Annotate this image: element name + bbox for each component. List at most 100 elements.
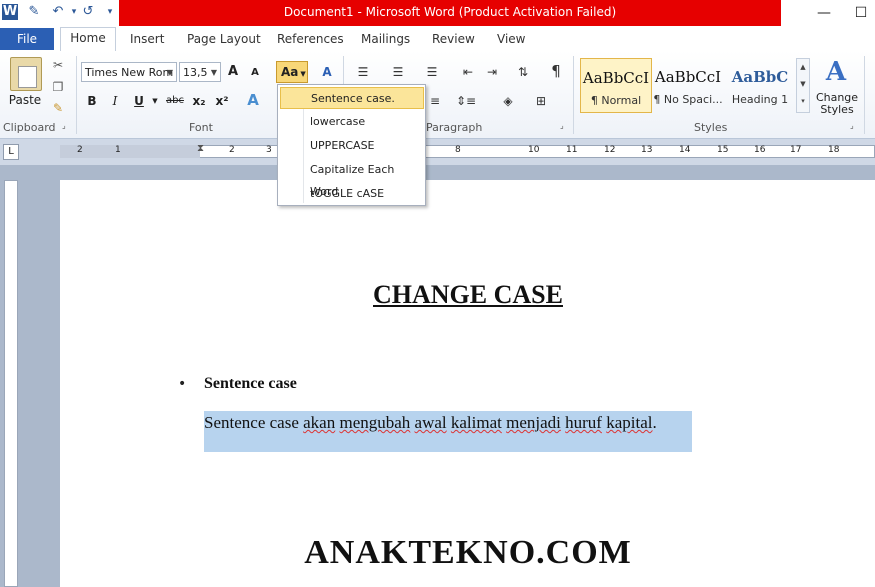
ruler-tick-label: 12 bbox=[604, 145, 616, 155]
style-preview: AaBbCcI bbox=[582, 69, 650, 87]
shading-icon[interactable]: ◈ bbox=[497, 92, 519, 110]
chevron-down-icon[interactable]: ▼ bbox=[150, 92, 160, 110]
misspelled-word: awal bbox=[414, 413, 447, 432]
ruler-tick-label: 14 bbox=[679, 145, 691, 155]
ruler-tick-label: 11 bbox=[566, 145, 578, 155]
ruler-tick-label: 16 bbox=[754, 145, 766, 155]
copy-icon[interactable]: ❐ bbox=[49, 78, 67, 96]
ruler-tick-label: 2 bbox=[77, 145, 83, 155]
multilevel-list-icon[interactable]: ☰ bbox=[421, 63, 443, 81]
document-paragraph[interactable]: Sentence case akan mengubah awal kalimat… bbox=[204, 413, 657, 433]
style-name: ¶ Normal bbox=[590, 94, 642, 107]
strikethrough-button[interactable]: abc bbox=[165, 92, 185, 110]
paragraph-text: Sentence case bbox=[204, 413, 304, 432]
save-icon[interactable]: ✎ bbox=[26, 4, 42, 20]
ruler-tick-label: 13 bbox=[641, 145, 653, 155]
window-title: Document1 - Microsoft Word (Product Acti… bbox=[119, 0, 781, 26]
tab-review[interactable]: Review bbox=[432, 29, 475, 50]
redo-icon[interactable]: ↺ bbox=[80, 4, 96, 20]
shrink-font-button[interactable]: A bbox=[247, 64, 263, 82]
word-app-icon[interactable]: W bbox=[2, 4, 18, 20]
sort-icon[interactable]: ⇅ bbox=[514, 63, 532, 81]
decrease-indent-icon[interactable]: ⇤ bbox=[459, 63, 477, 81]
tab-mailings[interactable]: Mailings bbox=[361, 29, 410, 50]
menu-item-sentence-case[interactable]: Sentence case. bbox=[280, 87, 424, 109]
style-normal[interactable]: AaBbCcI ¶ Normal bbox=[580, 58, 652, 113]
style-name: Heading 1 bbox=[731, 93, 789, 106]
misspelled-word: kalimat bbox=[450, 413, 502, 432]
menu-item-toggle-case[interactable]: tOGGLE cASE bbox=[280, 183, 424, 205]
tab-selector[interactable]: L bbox=[3, 144, 19, 160]
bold-button[interactable]: B bbox=[84, 92, 100, 110]
styles-group-label: Styles bbox=[694, 121, 728, 134]
misspelled-word: huruf bbox=[565, 413, 602, 432]
ruler-tick-label: 15 bbox=[717, 145, 729, 155]
watermark-text: ANAKTEKNO.COM bbox=[304, 534, 632, 571]
justify-icon[interactable]: ≡ bbox=[428, 92, 442, 110]
subscript-button[interactable]: x₂ bbox=[190, 92, 208, 110]
vertical-ruler[interactable] bbox=[4, 180, 18, 587]
group-divider bbox=[76, 56, 77, 134]
ruler-tick-label: 3 bbox=[266, 145, 272, 155]
tab-view[interactable]: View bbox=[497, 29, 525, 50]
menu-item-uppercase[interactable]: UPPERCASE bbox=[280, 135, 424, 157]
tab-page-layout[interactable]: Page Layout bbox=[187, 29, 261, 50]
superscript-button[interactable]: x² bbox=[213, 92, 231, 110]
show-marks-button[interactable]: ¶ bbox=[547, 62, 565, 80]
styles-launcher-icon[interactable]: ⌟ bbox=[850, 121, 854, 130]
font-name-value: Times New Rom bbox=[85, 66, 174, 79]
format-painter-icon[interactable]: ✎ bbox=[49, 99, 67, 117]
minimize-button[interactable]: — bbox=[814, 3, 834, 23]
increase-indent-icon[interactable]: ⇥ bbox=[483, 63, 501, 81]
line-spacing-icon[interactable]: ⇕≡ bbox=[455, 92, 477, 110]
font-name-field[interactable]: Times New Rom ▼ bbox=[81, 62, 177, 82]
font-size-field[interactable]: 13,5 ▼ bbox=[179, 62, 221, 82]
document-title: CHANGE CASE bbox=[373, 280, 563, 309]
paste-button[interactable]: Paste bbox=[6, 91, 44, 109]
style-heading-1[interactable]: AaBbC Heading 1 bbox=[724, 58, 796, 113]
chevron-down-icon: ▼ bbox=[300, 70, 306, 78]
misspelled-word: menjadi bbox=[506, 413, 561, 432]
tab-references[interactable]: References bbox=[277, 29, 344, 50]
quick-access-toolbar: W ✎ ↶ ▾ ↺ ▾ bbox=[0, 0, 120, 26]
style-preview: AaBbC bbox=[731, 68, 789, 86]
italic-button[interactable]: I bbox=[108, 92, 122, 110]
ruler-tick-label: 8 bbox=[455, 145, 461, 155]
customize-qat-icon[interactable]: ▾ bbox=[102, 4, 118, 20]
ruler-tick-label: 2 bbox=[229, 145, 235, 155]
bullets-icon[interactable]: ☰ bbox=[352, 63, 374, 81]
misspelled-word: akan bbox=[303, 413, 336, 432]
paragraph-launcher-icon[interactable]: ⌟ bbox=[560, 121, 564, 130]
document-heading: Sentence case bbox=[204, 375, 297, 392]
cut-icon[interactable]: ✂ bbox=[49, 56, 67, 74]
menu-item-lowercase[interactable]: lowercase bbox=[280, 111, 424, 133]
change-styles-button[interactable]: Change Styles bbox=[814, 92, 860, 116]
paste-icon[interactable] bbox=[10, 57, 42, 91]
tab-insert[interactable]: Insert bbox=[130, 29, 164, 50]
text-effects-button[interactable]: A bbox=[244, 91, 262, 109]
clear-formatting-button[interactable]: A bbox=[318, 63, 336, 81]
change-case-button[interactable]: Aa ▼ bbox=[276, 61, 308, 83]
underline-button[interactable]: U bbox=[131, 92, 147, 110]
indent-marker-icon[interactable]: ⧗ bbox=[197, 143, 209, 161]
misspelled-word: kapital bbox=[606, 413, 653, 432]
styles-gallery-scroll[interactable]: ▲ ▼ ▾ bbox=[796, 58, 810, 113]
group-divider bbox=[864, 56, 865, 134]
clipboard-group-label: Clipboard bbox=[3, 121, 56, 134]
clipboard-launcher-icon[interactable]: ⌟ bbox=[62, 121, 66, 130]
numbering-icon[interactable]: ☰ bbox=[387, 63, 409, 81]
menu-item-capitalize-each-word[interactable]: Capitalize Each Word bbox=[280, 159, 424, 198]
borders-icon[interactable]: ⊞ bbox=[530, 92, 552, 110]
ruler-tick-label: 17 bbox=[790, 145, 802, 155]
grow-font-button[interactable]: A bbox=[225, 63, 241, 81]
maximize-button[interactable]: ☐ bbox=[851, 3, 871, 23]
change-styles-icon[interactable]: A bbox=[820, 56, 852, 88]
change-case-label: Aa bbox=[281, 65, 299, 79]
chevron-down-icon: ▼ bbox=[210, 68, 217, 77]
font-group-label: Font bbox=[189, 121, 213, 134]
style-no-spacing[interactable]: AaBbCcI ¶ No Spaci... bbox=[652, 58, 724, 113]
tab-home[interactable]: Home bbox=[60, 27, 116, 52]
tab-file[interactable]: File bbox=[0, 28, 54, 50]
undo-icon[interactable]: ↶ bbox=[50, 4, 66, 20]
paragraph-end: . bbox=[652, 413, 657, 432]
